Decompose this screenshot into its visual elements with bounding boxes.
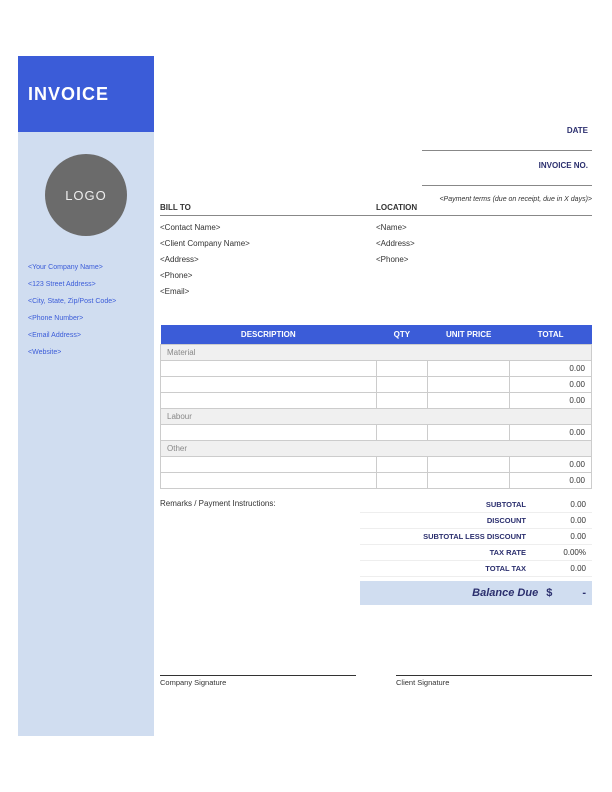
signatures: Company Signature Client Signature [160, 675, 592, 687]
header-total: TOTAL [510, 325, 592, 345]
table-row: 0.00 [161, 473, 592, 489]
invoice-no-value-line[interactable] [422, 172, 592, 186]
billto-address: <Address> [160, 255, 376, 264]
table-row: 0.00 [161, 361, 592, 377]
date-value-line[interactable] [422, 137, 592, 151]
company-signature-label: Company Signature [160, 675, 356, 687]
table-row: 0.00 [161, 425, 592, 441]
logo-text: LOGO [65, 188, 107, 203]
header-qty: QTY [376, 325, 428, 345]
subtotal-less-row: SUBTOTAL LESS DISCOUNT0.00 [360, 529, 592, 545]
company-name: <Your Company Name> [28, 264, 144, 271]
location-address: <Address> [376, 239, 592, 248]
table-row: 0.00 [161, 377, 592, 393]
location-phone: <Phone> [376, 255, 592, 264]
location-section: LOCATION <Name> <Address> <Phone> [376, 203, 592, 303]
location-name: <Name> [376, 223, 592, 232]
subtotal-row: SUBTOTAL0.00 [360, 497, 592, 513]
sidebar-header: INVOICE [18, 56, 154, 132]
billto-contact: <Contact Name> [160, 223, 376, 232]
total-tax-row: TOTAL TAX0.00 [360, 561, 592, 577]
tax-rate-row: TAX RATE0.00% [360, 545, 592, 561]
table-header-row: DESCRIPTION QTY UNIT PRICE TOTAL [161, 325, 592, 345]
company-address: <123 Street Address> [28, 281, 144, 288]
header-unit-price: UNIT PRICE [428, 325, 510, 345]
date-field: DATE [422, 126, 592, 151]
section-labour: Labour [161, 409, 592, 425]
company-email: <Email Address> [28, 332, 144, 339]
billto-company: <Client Company Name> [160, 239, 376, 248]
location-label: LOCATION [376, 203, 592, 216]
company-city: <City, State, Zip/Post Code> [28, 298, 144, 305]
bill-to-label: BILL TO [160, 203, 376, 216]
discount-row: DISCOUNT0.00 [360, 513, 592, 529]
line-items-table: DESCRIPTION QTY UNIT PRICE TOTAL Materia… [160, 325, 592, 489]
billto-phone: <Phone> [160, 271, 376, 280]
main-content: DATE INVOICE NO. <Payment terms (due on … [160, 56, 592, 687]
bill-to-section: BILL TO <Contact Name> <Client Company N… [160, 203, 376, 303]
invoice-no-label: INVOICE NO. [422, 161, 592, 170]
table-row: 0.00 [161, 457, 592, 473]
billto-email: <Email> [160, 287, 376, 296]
sidebar: INVOICE LOGO <Your Company Name> <123 St… [18, 56, 154, 736]
client-signature-label: Client Signature [396, 675, 592, 687]
remarks-label: Remarks / Payment Instructions: [160, 497, 360, 605]
company-info: <Your Company Name> <123 Street Address>… [18, 264, 154, 356]
header-description: DESCRIPTION [161, 325, 377, 345]
logo-placeholder: LOGO [45, 154, 127, 236]
company-website: <Website> [28, 349, 144, 356]
balance-due-row: Balance Due $ - [360, 581, 592, 605]
invoice-meta: DATE INVOICE NO. <Payment terms (due on … [422, 126, 592, 203]
date-label: DATE [422, 126, 592, 135]
company-signature: Company Signature [160, 675, 356, 687]
totals-section: SUBTOTAL0.00 DISCOUNT0.00 SUBTOTAL LESS … [360, 497, 592, 605]
company-phone: <Phone Number> [28, 315, 144, 322]
client-signature: Client Signature [396, 675, 592, 687]
doc-title: INVOICE [28, 84, 109, 105]
section-other: Other [161, 441, 592, 457]
table-row: 0.00 [161, 393, 592, 409]
payment-terms: <Payment terms (due on receipt, due in X… [422, 196, 592, 203]
section-material: Material [161, 345, 592, 361]
invoice-no-field: INVOICE NO. [422, 161, 592, 186]
